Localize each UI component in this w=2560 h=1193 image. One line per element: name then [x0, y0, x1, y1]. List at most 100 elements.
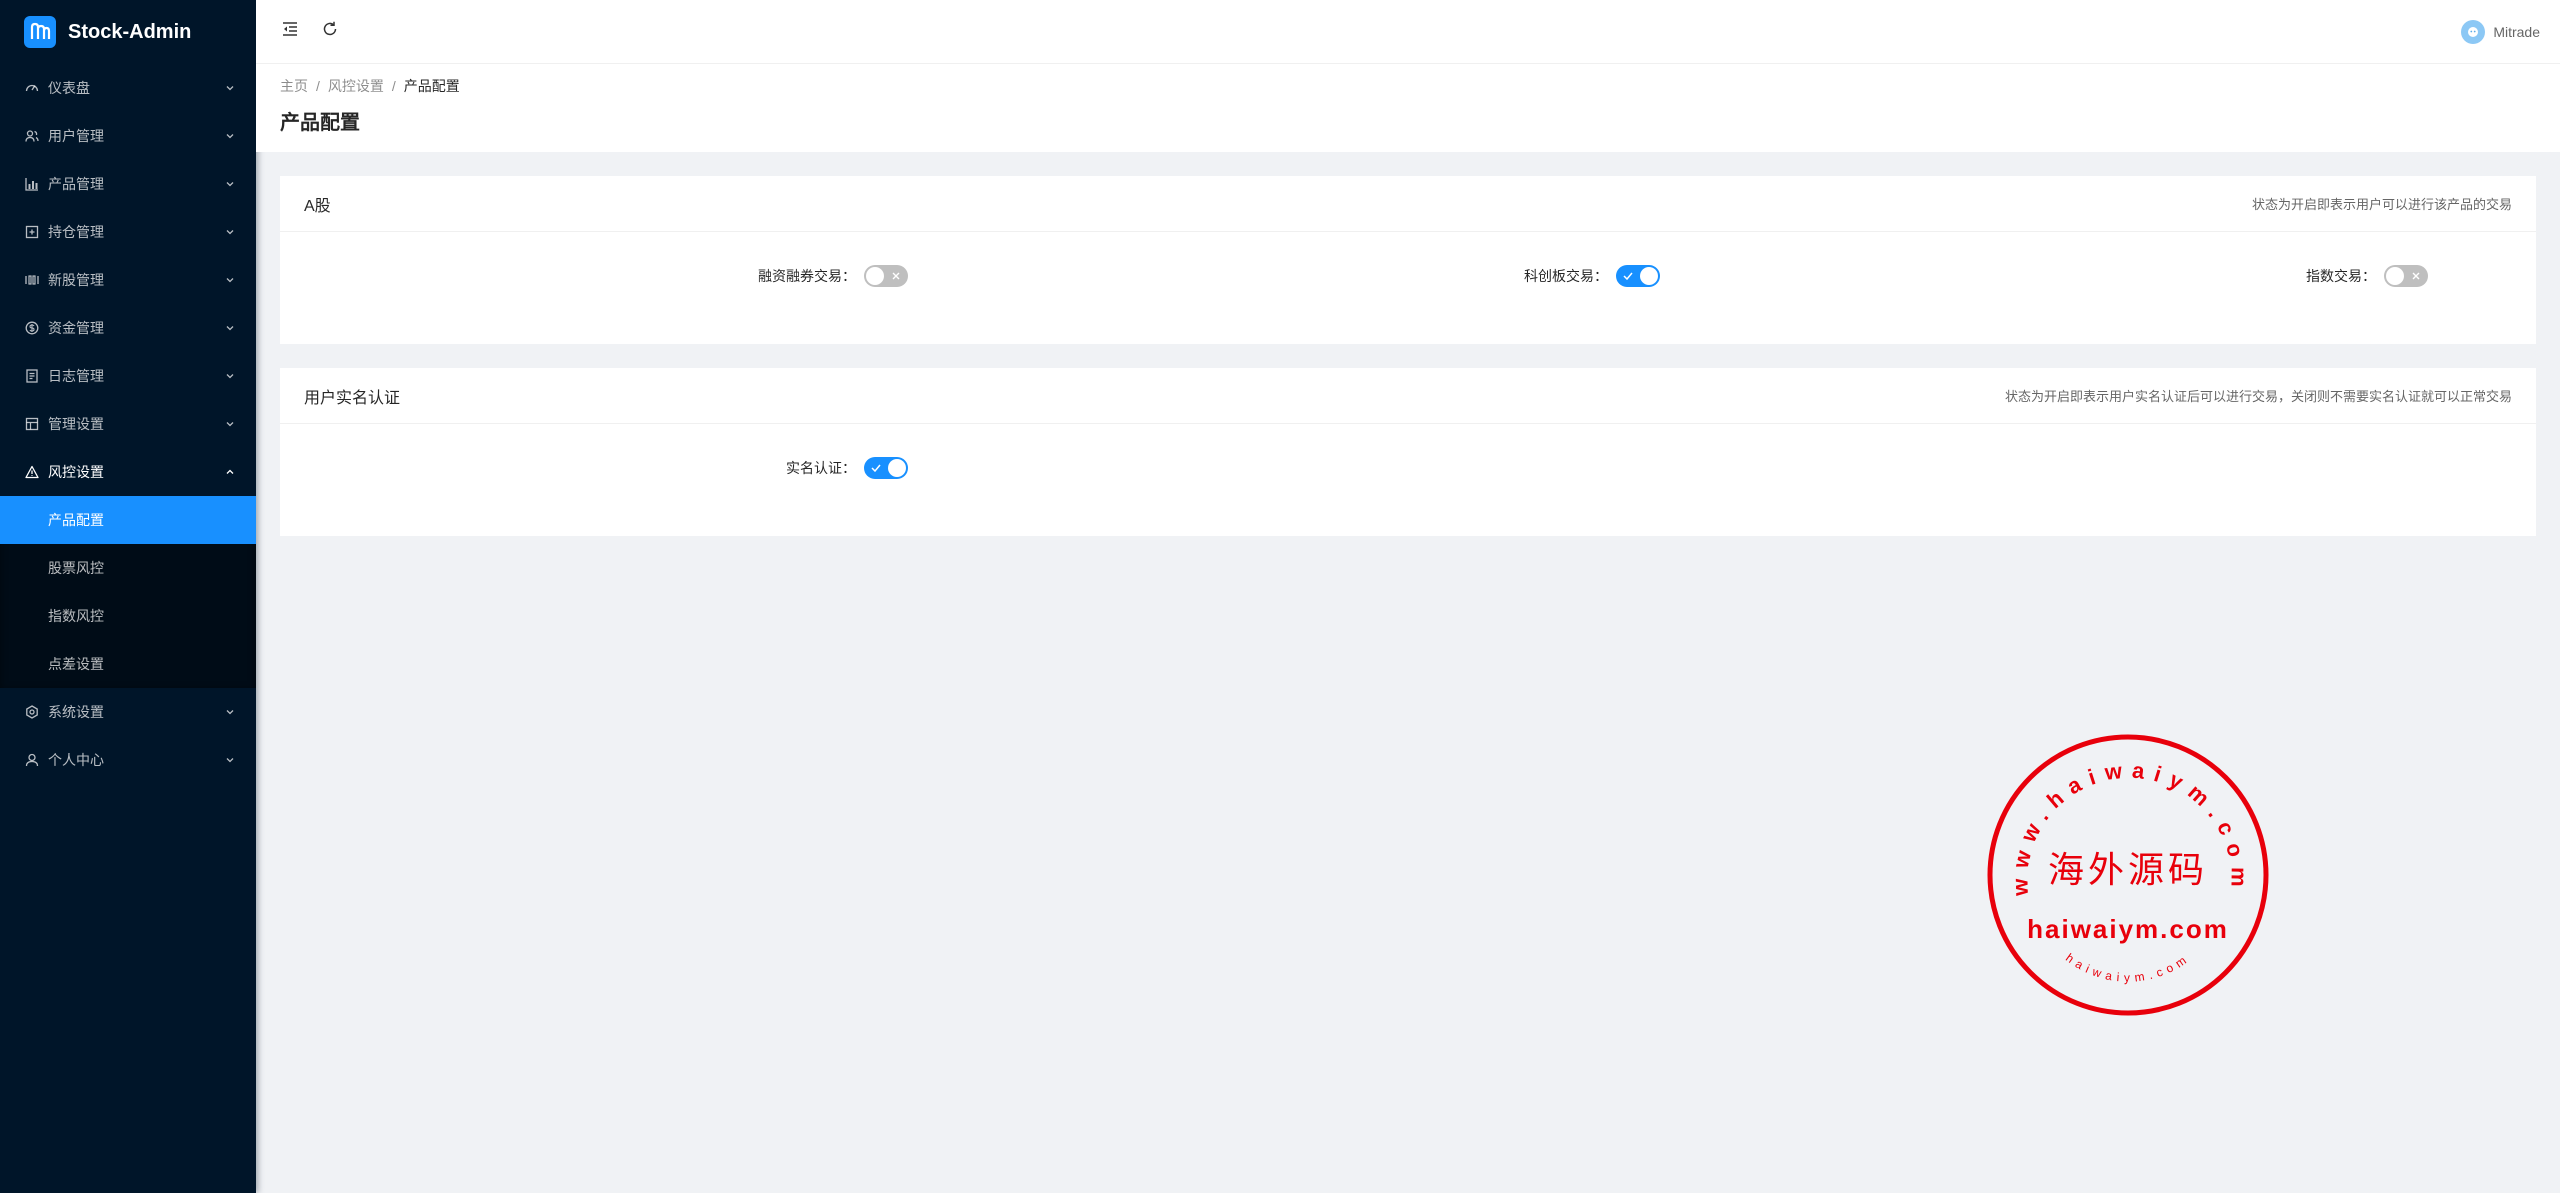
- index-trading-field: 指数交易：: [2306, 265, 2428, 287]
- logo[interactable]: Stock-Admin: [0, 0, 256, 64]
- risk-settings-submenu: 产品配置 股票风控 指数风控 点差设置: [0, 496, 256, 688]
- card-title: A股: [304, 197, 331, 215]
- breadcrumb-parent[interactable]: 风控设置: [328, 76, 384, 96]
- sidebar-item-label: 资金管理: [48, 320, 104, 336]
- gear-icon: [24, 704, 40, 720]
- real-name-switch[interactable]: [864, 457, 908, 479]
- sidebar-item-system-settings[interactable]: 系统设置: [0, 688, 256, 736]
- chevron-down-icon: [224, 274, 236, 286]
- sidebar-item-dashboard[interactable]: 仪表盘: [0, 64, 256, 112]
- chevron-down-icon: [224, 370, 236, 382]
- log-icon: [24, 368, 40, 384]
- sidebar-item-label: 风控设置: [48, 464, 104, 480]
- stamp-small-arc-text: haiwaiym.com: [2063, 950, 2188, 984]
- sidebar-item-label: 持仓管理: [48, 224, 104, 240]
- star-market-switch[interactable]: [1616, 265, 1660, 287]
- reload-icon: [321, 20, 339, 43]
- switch-knob: [866, 267, 884, 285]
- field-label: 科创板交易：: [1524, 268, 1608, 284]
- sidebar-item-logs[interactable]: 日志管理: [0, 352, 256, 400]
- sidebar-item-label: 个人中心: [48, 752, 104, 768]
- sidebar-item-users[interactable]: 用户管理: [0, 112, 256, 160]
- field-label: 融资融券交易：: [758, 268, 856, 284]
- new-stock-icon: [24, 272, 40, 288]
- chevron-down-icon: [224, 322, 236, 334]
- card-header: A股 状态为开启即表示用户可以进行该产品的交易: [280, 176, 2536, 232]
- position-icon: [24, 224, 40, 240]
- switch-knob: [1640, 267, 1658, 285]
- warning-icon: [24, 464, 40, 480]
- sidebar-subitem-spread-settings[interactable]: 点差设置: [0, 640, 256, 688]
- chevron-down-icon: [224, 706, 236, 718]
- sidebar-item-label: 系统设置: [48, 704, 104, 720]
- close-icon: [889, 268, 903, 284]
- breadcrumb-separator: /: [316, 78, 320, 94]
- star-market-field: 科创板交易：: [1524, 265, 1660, 287]
- index-trading-switch[interactable]: [2384, 265, 2428, 287]
- field-label: 实名认证：: [786, 460, 856, 476]
- check-icon: [1621, 268, 1635, 284]
- user-icon: [24, 752, 40, 768]
- username: Mitrade: [2493, 23, 2540, 40]
- sidebar-item-new-stocks[interactable]: 新股管理: [0, 256, 256, 304]
- sidebar-item-label: 产品管理: [48, 176, 104, 192]
- margin-trading-switch[interactable]: [864, 265, 908, 287]
- sidebar-item-risk-settings[interactable]: 风控设置: [0, 448, 256, 496]
- admin-settings-icon: [24, 416, 40, 432]
- bar-chart-icon: [24, 176, 40, 192]
- sidebar-item-label: 日志管理: [48, 368, 104, 384]
- sidebar-subitem-stock-risk[interactable]: 股票风控: [0, 544, 256, 592]
- chevron-down-icon: [224, 418, 236, 430]
- watermark-stamp: www.haiwaiym.com 海外源码 haiwaiym.com haiwa…: [1983, 730, 2273, 1020]
- sidebar-item-label: 新股管理: [48, 272, 104, 288]
- sidebar-item-products[interactable]: 产品管理: [0, 160, 256, 208]
- sidebar-subitem-product-config[interactable]: 产品配置: [0, 496, 256, 544]
- sidebar-item-admin-settings[interactable]: 管理设置: [0, 400, 256, 448]
- app-title: Stock-Admin: [68, 20, 192, 43]
- menu-fold-icon: [281, 20, 299, 43]
- page-header: 主页 / 风控设置 / 产品配置 产品配置: [256, 64, 2560, 152]
- stamp-domain-text: haiwaiym.com: [2027, 914, 2229, 944]
- card-body: 融资融券交易： 科创板交易： 指数交易：: [280, 232, 2536, 344]
- chevron-down-icon: [224, 82, 236, 94]
- user-menu[interactable]: Mitrade: [2461, 19, 2540, 44]
- logo-icon: [24, 16, 56, 48]
- reload-button[interactable]: [310, 12, 350, 52]
- page-title: 产品配置: [280, 112, 360, 134]
- svg-text:haiwaiym.com: haiwaiym.com: [2063, 950, 2193, 984]
- top-header: Mitrade: [256, 0, 2560, 64]
- field-label: 指数交易：: [2306, 268, 2376, 284]
- avatar: [2461, 19, 2486, 44]
- chevron-down-icon: [224, 754, 236, 766]
- check-icon: [869, 460, 883, 476]
- users-icon: [24, 128, 40, 144]
- sidebar-item-label: 用户管理: [48, 128, 104, 144]
- card-note: 状态为开启即表示用户实名认证后可以进行交易，关闭则不需要实名认证就可以正常交易: [2004, 389, 2512, 404]
- real-name-auth-card: 用户实名认证 状态为开启即表示用户实名认证后可以进行交易，关闭则不需要实名认证就…: [280, 368, 2536, 536]
- stamp-center-text: 海外源码: [2048, 850, 2208, 891]
- sidebar-subitem-index-risk[interactable]: 指数风控: [0, 592, 256, 640]
- real-name-field: 实名认证：: [786, 457, 908, 479]
- sidebar-item-positions[interactable]: 持仓管理: [0, 208, 256, 256]
- close-icon: [2409, 268, 2423, 284]
- breadcrumb-home[interactable]: 主页: [280, 76, 308, 96]
- a-share-card: A股 状态为开启即表示用户可以进行该产品的交易 融资融券交易： 科创板交易： 指…: [280, 176, 2536, 344]
- sidebar-item-funds[interactable]: 资金管理: [0, 304, 256, 352]
- chevron-up-icon: [224, 466, 236, 478]
- card-note: 状态为开启即表示用户可以进行该产品的交易: [2251, 197, 2512, 212]
- card-title: 用户实名认证: [304, 389, 401, 407]
- switch-knob: [888, 459, 906, 477]
- chevron-down-icon: [224, 226, 236, 238]
- sidebar: Stock-Admin 仪表盘 用户管理 产品管理 持仓管理 新股管理 资金管理…: [0, 0, 256, 1193]
- switch-knob: [2386, 267, 2404, 285]
- card-header: 用户实名认证 状态为开启即表示用户实名认证后可以进行交易，关闭则不需要实名认证就…: [280, 368, 2536, 424]
- money-icon: [24, 320, 40, 336]
- sidebar-menu: 仪表盘 用户管理 产品管理 持仓管理 新股管理 资金管理 日志管理 管理设置 风…: [0, 64, 256, 784]
- sidebar-item-label: 管理设置: [48, 416, 104, 432]
- sidebar-item-profile[interactable]: 个人中心: [0, 736, 256, 784]
- breadcrumb-separator: /: [391, 78, 396, 94]
- menu-fold-button[interactable]: [270, 12, 310, 52]
- chevron-down-icon: [224, 178, 236, 190]
- sidebar-item-label: 仪表盘: [48, 80, 90, 96]
- dashboard-icon: [24, 80, 40, 96]
